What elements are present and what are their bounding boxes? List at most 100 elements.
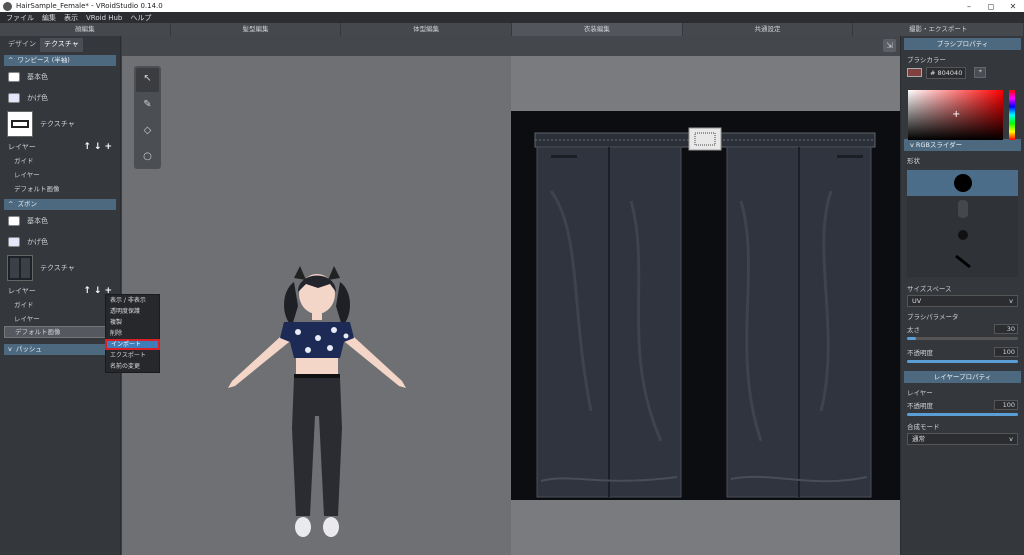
title-bar: HairSample_Female* - VRoidStudio 0.14.0 … <box>0 0 1024 12</box>
tab-common-settings[interactable]: 共通設定 <box>683 23 854 36</box>
menu-view[interactable]: 表示 <box>64 13 78 23</box>
texture-view[interactable] <box>511 56 900 555</box>
opacity-input[interactable]: 100 <box>994 347 1018 357</box>
hex-input[interactable]: # 804040 <box>926 66 967 79</box>
app-icon <box>3 1 12 11</box>
section-patch[interactable]: v パッシュ <box>4 344 116 355</box>
texture-thumbnail[interactable] <box>7 111 33 137</box>
arrow-up-icon[interactable]: ↑ <box>83 142 91 152</box>
opacity-slider[interactable] <box>907 360 1018 363</box>
blend-mode-select[interactable]: 通常 v <box>907 433 1018 445</box>
shape-label: 形状 <box>907 157 920 165</box>
chevron-down-icon: v <box>1009 297 1013 305</box>
eraser-icon[interactable]: ◇ <box>136 120 159 144</box>
tab-design[interactable]: デザイン <box>4 38 40 52</box>
select-cursor-icon[interactable]: ↖ <box>136 68 159 92</box>
menu-vroid-hub[interactable]: VRoid Hub <box>86 14 122 22</box>
brush-shape-stroke[interactable] <box>907 248 1018 274</box>
layer-item-selected[interactable]: デフォルト画像 <box>4 326 116 338</box>
arrow-down-icon[interactable]: ↓ <box>94 142 102 152</box>
window-title: HairSample_Female* - VRoidStudio 0.14.0 <box>16 2 163 10</box>
layer-opacity-label: 不透明度 <box>907 402 933 410</box>
layer-context-menu: 表示 / 非表示 透明度保護 複製 削除 インポート エクスポート 名前の変更 <box>105 294 160 373</box>
layer-item[interactable]: レイヤー <box>0 168 120 182</box>
brush-properties-header: ブラシプロパティ <box>904 38 1021 50</box>
rgb-slider-toggle[interactable]: v RGBスライダー <box>904 139 1021 151</box>
brush-color-swatch[interactable] <box>907 68 922 77</box>
arrow-up-icon[interactable]: ↑ <box>83 286 91 296</box>
brush-shape-list <box>907 170 1018 277</box>
menu-item-lock-transparency[interactable]: 透明度保護 <box>106 306 159 317</box>
tab-outfit[interactable]: 衣装編集 <box>512 23 683 36</box>
size-space-select[interactable]: UV v <box>907 295 1018 307</box>
menu-help[interactable]: ヘルプ <box>130 13 151 23</box>
layer-item[interactable]: レイヤー <box>0 312 120 326</box>
fill-drop-icon[interactable]: ○ <box>136 146 159 170</box>
pen-icon[interactable]: ✎ <box>136 94 159 118</box>
opacity-label: 不透明度 <box>907 349 933 357</box>
viewport-toolbar: ⇲ <box>122 36 900 56</box>
color-swatch[interactable] <box>8 236 20 247</box>
brush-shape-round-hard[interactable] <box>907 170 1018 196</box>
texture-thumbnail[interactable] <box>7 255 33 281</box>
color-swatch[interactable] <box>8 92 20 103</box>
layer-item[interactable]: ガイド <box>0 154 120 168</box>
left-panel: デザイン テクスチャ ^ ワンピース (半袖) 基本色 かげ色 テクスチャ レイヤ… <box>0 36 121 555</box>
texture-canvas[interactable] <box>511 111 900 500</box>
menu-item-duplicate[interactable]: 複製 <box>106 317 159 328</box>
tab-texture[interactable]: テクスチャ <box>40 38 83 52</box>
plus-icon[interactable]: + <box>104 142 112 152</box>
brush-params-label: ブラシパラメータ <box>907 313 959 321</box>
color-saturation-field[interactable]: + <box>908 90 1003 140</box>
mode-tabs: 顔編集 髪型編集 体型編集 衣装編集 共通設定 撮影・エクスポート <box>0 23 1024 36</box>
layer-label: レイヤー <box>907 389 933 397</box>
pants-layer-header: レイヤー ↑ ↓ + <box>8 286 112 296</box>
thickness-slider[interactable] <box>907 337 1018 340</box>
thickness-label: 太さ <box>907 326 920 334</box>
layer-item[interactable]: デフォルト画像 <box>0 182 120 196</box>
menu-item-export[interactable]: エクスポート <box>106 350 159 361</box>
thickness-input[interactable]: 30 <box>994 324 1018 334</box>
onepiece-base-color[interactable]: 基本色 <box>0 66 120 87</box>
layout-toggle-icon[interactable]: ⇲ <box>883 39 896 52</box>
layer-opacity-slider[interactable] <box>907 413 1018 416</box>
layer-item[interactable]: ガイド <box>0 298 120 312</box>
tab-hair[interactable]: 髪型編集 <box>171 23 342 36</box>
tool-palette: ↖ ✎ ◇ ○ <box>134 66 161 169</box>
onepiece-layer-header: レイヤー ↑ ↓ + <box>8 142 112 152</box>
maximize-button[interactable]: ◻ <box>980 2 1002 11</box>
viewport-3d[interactable] <box>122 56 511 555</box>
close-button[interactable]: ✕ <box>1002 2 1024 11</box>
tab-body[interactable]: 体型編集 <box>341 23 513 36</box>
menu-item-rename[interactable]: 名前の変更 <box>106 361 159 372</box>
pants-texture[interactable]: テクスチャ <box>0 252 120 284</box>
menu-edit[interactable]: 編集 <box>42 13 56 23</box>
brush-shape-airbrush[interactable] <box>907 222 1018 248</box>
color-swatch[interactable] <box>8 215 20 226</box>
menu-item-toggle-visibility[interactable]: 表示 / 非表示 <box>106 295 159 306</box>
tab-face[interactable]: 顔編集 <box>0 23 171 36</box>
section-onepiece[interactable]: ^ ワンピース (半袖) <box>4 55 116 66</box>
brush-color-label: ブラシカラー <box>907 56 946 64</box>
pants-shadow-color[interactable]: かげ色 <box>0 231 120 252</box>
blend-mode-label: 合成モード <box>907 423 940 431</box>
layer-opacity-input[interactable]: 100 <box>994 400 1018 410</box>
menu-file[interactable]: ファイル <box>6 13 34 23</box>
chevron-up-icon: ^ <box>8 56 14 64</box>
color-swatch[interactable] <box>8 71 20 82</box>
section-pants[interactable]: ^ ズボン <box>4 199 116 210</box>
pants-base-color[interactable]: 基本色 <box>0 210 120 231</box>
arrow-down-icon[interactable]: ↓ <box>94 286 102 296</box>
chevron-up-icon: ^ <box>8 200 14 208</box>
tab-photo-export[interactable]: 撮影・エクスポート <box>853 23 1024 36</box>
menu-item-import[interactable]: インポート <box>105 339 160 350</box>
menu-bar: ファイル 編集 表示 VRoid Hub ヘルプ <box>0 12 1024 23</box>
character-model <box>228 266 406 537</box>
eyedropper-icon[interactable]: ⌖ <box>974 67 987 78</box>
brush-shape-soft[interactable] <box>907 196 1018 222</box>
onepiece-shadow-color[interactable]: かげ色 <box>0 87 120 108</box>
minimize-button[interactable]: – <box>958 2 980 11</box>
onepiece-texture[interactable]: テクスチャ <box>0 108 120 140</box>
hue-slider[interactable] <box>1009 90 1015 140</box>
menu-item-delete[interactable]: 削除 <box>106 328 159 339</box>
